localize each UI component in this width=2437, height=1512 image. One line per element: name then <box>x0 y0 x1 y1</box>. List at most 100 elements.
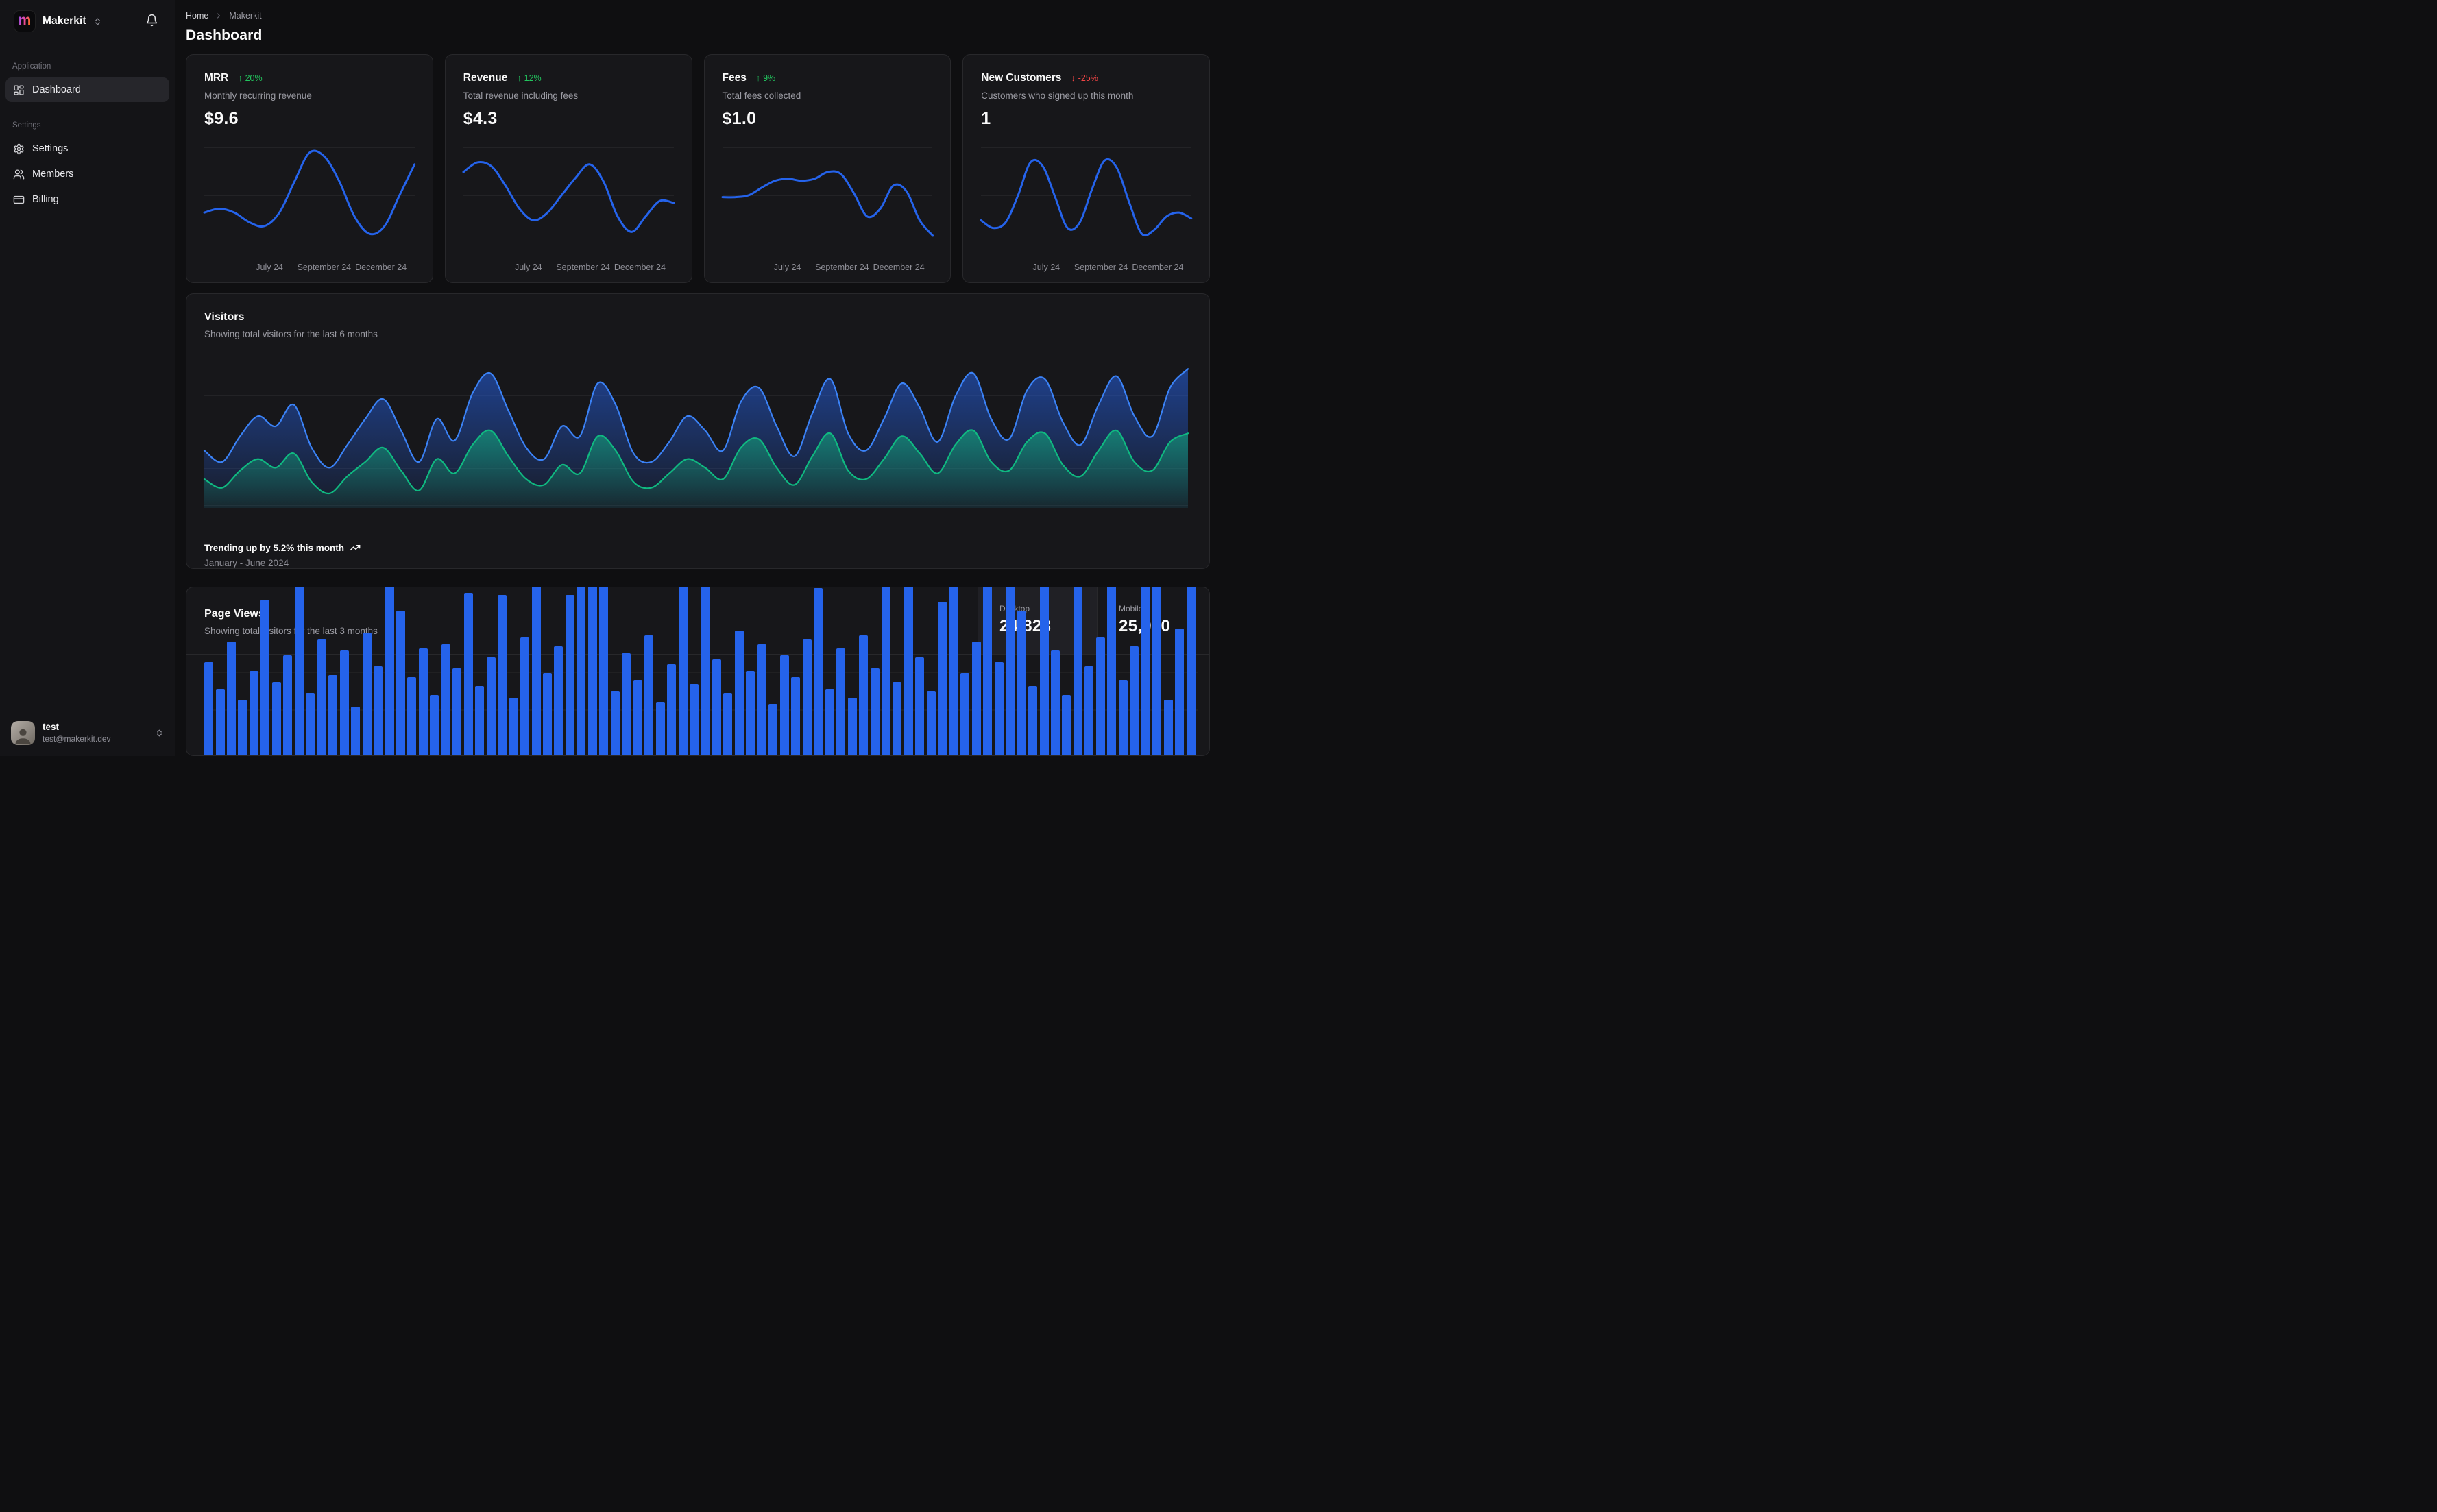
bar <box>509 697 518 755</box>
makerkit-logo: m <box>14 10 36 32</box>
sidebar-item-label: Billing <box>32 194 59 205</box>
mobile-stat-label: Mobile <box>1119 604 1143 613</box>
trend-badge: ↑ 9% <box>755 73 776 83</box>
stat-value: $1.0 <box>722 109 757 128</box>
bar <box>351 706 361 755</box>
bar <box>983 587 993 755</box>
chevron-right-icon <box>215 12 223 20</box>
app-root: m Makerkit Application Dashboard Setting… <box>0 0 1218 756</box>
bar <box>814 588 823 755</box>
bar <box>701 587 710 755</box>
breadcrumb-home[interactable]: Home <box>186 11 208 21</box>
bar <box>825 688 834 755</box>
main-content: Home Makerkit Dashboard MRR ↑ 20% Monthly… <box>175 0 1218 756</box>
user-meta: test test@makerkit.dev <box>43 722 111 745</box>
visitors-card: Visitors Showing total visitors for the … <box>186 293 1210 569</box>
sidebar-item-settings[interactable]: Settings <box>5 136 169 161</box>
bar <box>971 642 981 755</box>
chevrons-up-down-icon <box>157 729 162 737</box>
bar <box>949 587 958 755</box>
bar <box>893 681 902 755</box>
workspace-selector[interactable]: m Makerkit <box>14 10 102 32</box>
sidebar-item-dashboard[interactable]: Dashboard <box>5 77 169 102</box>
stat-title: Fees <box>722 72 747 84</box>
bar <box>779 655 789 755</box>
bar <box>678 587 688 755</box>
bar <box>554 646 563 755</box>
bar <box>463 592 473 755</box>
user-menu[interactable]: test test@makerkit.dev <box>0 711 175 756</box>
bar <box>655 702 665 755</box>
stat-title: MRR <box>204 72 229 84</box>
bar <box>836 648 846 755</box>
bar <box>396 610 405 755</box>
bar <box>768 704 778 755</box>
arrow-up-icon: ↑ <box>755 73 761 83</box>
stat-card-revenue: Revenue ↑ 12% Total revenue including fee… <box>444 54 692 283</box>
bar <box>1073 587 1082 755</box>
bar <box>1095 637 1105 755</box>
bar <box>734 631 744 755</box>
stat-title: New Customers <box>981 72 1062 84</box>
bar <box>204 661 213 755</box>
bar <box>870 668 880 755</box>
bar <box>452 668 462 755</box>
stat-card-mrr: MRR ↑ 20% Monthly recurring revenue $9.6 … <box>186 54 433 283</box>
bar <box>543 672 552 755</box>
page-title: Dashboard <box>186 27 263 43</box>
sidebar-item-members[interactable]: Members <box>5 162 169 186</box>
billing-icon <box>13 195 25 204</box>
stat-subtitle: Monthly recurring revenue <box>204 90 312 101</box>
bar <box>531 587 541 755</box>
x-axis-labels: July 24 September 24 December 24 <box>1032 263 1184 272</box>
bar <box>926 690 936 755</box>
bar <box>1152 587 1162 755</box>
bar <box>723 693 733 755</box>
stat-subtitle: Total revenue including fees <box>463 90 579 101</box>
bar <box>1186 587 1196 755</box>
arrow-up-icon: ↑ <box>238 73 243 83</box>
bar <box>418 648 428 755</box>
bar <box>486 657 496 755</box>
bar <box>1017 610 1026 755</box>
bar <box>226 642 236 755</box>
sidebar: m Makerkit Application Dashboard Setting… <box>0 0 175 756</box>
dashboard-icon <box>14 84 24 95</box>
stat-title: Revenue <box>463 72 508 84</box>
sidebar-item-label: Dashboard <box>32 84 81 95</box>
notifications-button[interactable] <box>143 11 161 32</box>
user-email: test@makerkit.dev <box>43 734 111 744</box>
bar <box>667 663 677 755</box>
bar <box>904 587 913 755</box>
bar <box>882 587 890 755</box>
bar <box>1118 679 1128 755</box>
bar <box>1050 650 1060 755</box>
bar <box>374 666 383 755</box>
bar <box>362 633 372 755</box>
bar <box>215 688 225 755</box>
chevrons-up-down-icon <box>95 18 100 25</box>
stat-card-new-customers: New Customers ↓ -25% Customers who signed… <box>962 54 1210 283</box>
stat-cards-row: MRR ↑ 20% Monthly recurring revenue $9.6 … <box>186 54 1210 283</box>
stat-value: 1 <box>981 109 991 128</box>
stat-subtitle: Customers who signed up this month <box>981 90 1134 101</box>
bar <box>249 670 258 755</box>
bar <box>317 639 326 755</box>
user-avatar <box>11 721 35 745</box>
trending-up-icon <box>350 544 361 551</box>
bar <box>587 587 597 755</box>
sidebar-item-label: Settings <box>32 143 69 154</box>
x-axis-labels: July 24 September 24 December 24 <box>256 263 407 272</box>
bar <box>994 661 1004 755</box>
bar <box>1062 695 1071 755</box>
bar <box>915 657 925 755</box>
sidebar-item-billing[interactable]: Billing <box>5 187 169 212</box>
nav-section-application: Application <box>12 62 51 71</box>
bar <box>1084 666 1094 755</box>
bar <box>1107 587 1117 755</box>
bar <box>633 679 642 755</box>
bar <box>847 697 857 755</box>
sidebar-item-label: Members <box>32 169 74 180</box>
bar <box>690 684 699 755</box>
trend-badge: ↑ 12% <box>517 73 542 83</box>
